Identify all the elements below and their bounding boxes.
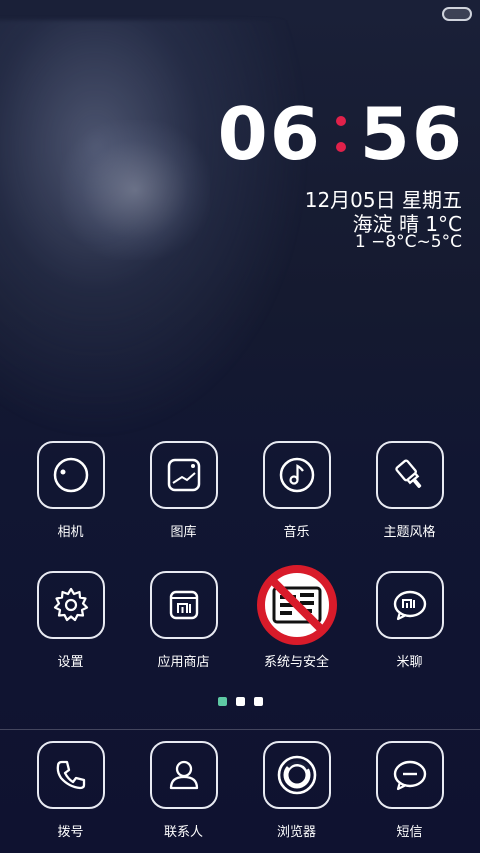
app-label: 相机 (57, 525, 84, 540)
mi-store-icon (149, 571, 218, 639)
dock: 拨号 联系人 浏览器 短信 (14, 741, 466, 840)
app-row-2: 设置 应用商店 系统与安全 米聊 (14, 565, 466, 670)
clock-colon (335, 116, 346, 152)
clock-minutes: 56 (359, 92, 464, 176)
temperature-range-text: 1 −8°C~5°C (354, 232, 462, 252)
clock-widget[interactable]: 06 56 (218, 98, 464, 170)
app-mi-chat[interactable]: 米聊 (353, 571, 466, 670)
page-dot[interactable] (253, 697, 263, 706)
app-label: 米聊 (396, 655, 423, 670)
message-icon (375, 741, 444, 809)
app-phone[interactable]: 拨号 (14, 741, 127, 840)
app-label: 联系人 (163, 825, 203, 840)
status-indicator (442, 7, 472, 21)
phone-icon (36, 741, 105, 809)
contacts-icon (149, 741, 218, 809)
app-contacts[interactable]: 联系人 (127, 741, 240, 840)
app-messages[interactable]: 短信 (353, 741, 466, 840)
app-store[interactable]: 应用商店 (127, 571, 240, 670)
app-label: 拨号 (57, 825, 84, 840)
app-music[interactable]: 音乐 (240, 441, 353, 540)
app-security[interactable]: 系统与安全 (240, 565, 353, 670)
app-label: 短信 (396, 825, 423, 840)
page-indicator[interactable] (0, 697, 480, 706)
app-row-1: 相机 图库 音乐 主题风格 (14, 441, 466, 540)
app-theme[interactable]: 主题风格 (353, 441, 466, 540)
gallery-icon (149, 441, 218, 509)
app-label: 图库 (170, 525, 197, 540)
security-prohibited-icon (256, 564, 338, 646)
app-label: 浏览器 (276, 825, 316, 840)
mi-chat-icon (375, 571, 444, 639)
app-gallery[interactable]: 图库 (127, 441, 240, 540)
app-label: 音乐 (283, 525, 310, 540)
clock-hours: 06 (217, 92, 322, 176)
app-camera[interactable]: 相机 (14, 441, 127, 540)
page-dot-active[interactable] (217, 697, 227, 706)
theme-brush-icon (375, 441, 444, 509)
app-browser[interactable]: 浏览器 (240, 741, 353, 840)
app-label: 设置 (57, 655, 84, 670)
page-dot[interactable] (235, 697, 245, 706)
app-settings[interactable]: 设置 (14, 571, 127, 670)
app-label: 主题风格 (383, 525, 436, 540)
music-icon (262, 441, 331, 509)
app-label: 应用商店 (157, 655, 210, 670)
camera-icon (36, 441, 105, 509)
dock-divider (0, 729, 480, 730)
browser-icon (262, 741, 331, 809)
wallpaper-highlight (60, 120, 210, 260)
app-label: 系统与安全 (263, 655, 329, 670)
gear-icon (36, 571, 105, 639)
